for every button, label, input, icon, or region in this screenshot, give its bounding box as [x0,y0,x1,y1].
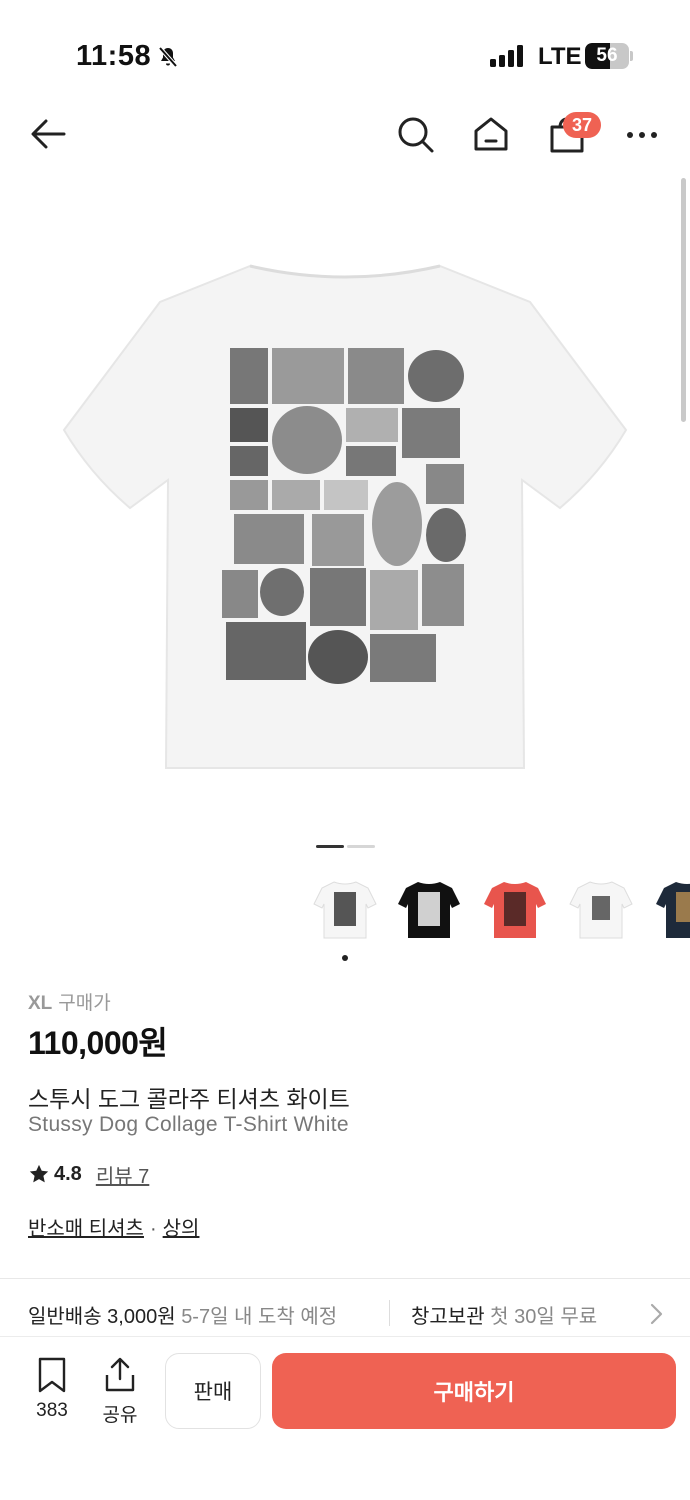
category-link-main[interactable]: 상의 [163,1218,200,1240]
bookmark-button[interactable]: 383 [28,1357,76,1422]
scroll-indicator[interactable] [681,178,686,422]
bottom-action-bar: 383 공유 판매 구매하기 [0,1336,690,1500]
status-bar: 11:58 LTE 56 [0,0,690,100]
storage-label: 창고보관 [411,1306,485,1328]
battery-indicator: 56 [585,43,633,69]
network-type: LTE [538,43,582,70]
bookmark-count: 383 [36,1400,68,1421]
bell-muted-icon [158,46,178,68]
chevron-right-icon[interactable] [646,1302,666,1326]
share-label: 공유 [102,1405,138,1426]
buy-button[interactable]: 구매하기 [272,1353,676,1429]
shipping-eta: 5-7일 내 도착 예정 [181,1306,338,1328]
product-name-en: Stussy Dog Collage T-Shirt White [28,1113,349,1136]
color-thumbnails [312,876,690,946]
gallery-page-indicator [347,845,375,848]
rating-score: 4.8 [54,1162,82,1185]
selected-size: XL [28,993,53,1014]
shipping-info[interactable]: 일반배송 3,000원 5-7일 내 도착 예정 [28,1300,337,1329]
star-icon [29,1164,49,1183]
thumbnail-white-graphic[interactable] [568,876,634,942]
section-divider [0,1278,690,1279]
dog-collage-graphic [222,348,466,684]
rating: 4.8 리뷰 7 [28,1160,149,1188]
thumbnail-navy[interactable] [654,876,690,942]
battery-percent: 56 [596,45,618,66]
status-time: 11:58 [76,40,152,72]
shipping-separator [389,1300,390,1326]
category-link-sub[interactable]: 반소매 티셔츠 [28,1218,144,1240]
size-price-label: XL 구매가 [28,988,111,1015]
share-button[interactable]: 공유 [98,1357,142,1427]
thumbnail-red[interactable] [482,876,548,942]
shipping-type: 일반배송 [28,1306,102,1328]
selected-thumbnail-dot [342,955,348,961]
storage-desc: 첫 30일 무료 [490,1306,598,1328]
home-icon[interactable] [471,114,511,154]
sell-button[interactable]: 판매 [165,1353,261,1429]
price-label: 구매가 [58,993,111,1014]
gallery-page-indicator-active [316,845,344,848]
category-separator: · [149,1218,157,1240]
share-icon [105,1357,135,1392]
thumbnail-black[interactable] [396,876,462,942]
cellular-signal-icon [490,45,523,67]
price: 110,000원 [28,1025,168,1061]
reviews-link[interactable]: 리뷰 7 [96,1160,149,1189]
cart-count-badge: 37 [563,112,601,138]
shipping-fee: 3,000원 [107,1306,176,1328]
back-arrow-icon[interactable] [28,114,68,154]
thumbnail-white[interactable] [312,876,378,942]
more-icon[interactable] [622,114,662,154]
search-icon[interactable] [395,114,435,154]
product-name-ko: 스투시 도그 콜라주 티셔츠 화이트 [28,1086,350,1112]
bookmark-icon [38,1357,66,1393]
storage-info[interactable]: 창고보관 첫 30일 무료 [411,1300,597,1329]
breadcrumb: 반소매 티셔츠 · 상의 [28,1212,199,1241]
